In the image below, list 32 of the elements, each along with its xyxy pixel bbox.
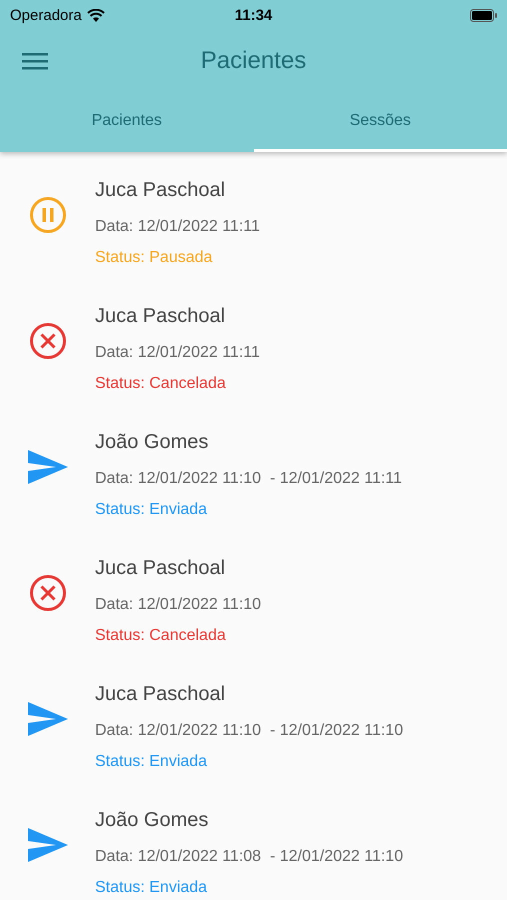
cancel-icon <box>28 322 66 360</box>
menu-icon[interactable] <box>22 52 48 70</box>
carrier-name: Operadora <box>10 6 82 24</box>
wifi-icon <box>86 8 105 22</box>
patient-name: João Gomes <box>95 808 210 833</box>
patient-name: Juca Paschoal <box>95 304 226 329</box>
patient-name: Juca Paschoal <box>95 556 226 581</box>
session-status: Status: Enviada <box>95 878 208 898</box>
send-icon <box>28 450 68 484</box>
clock-time: 11:34 <box>234 6 272 24</box>
tab[interactable]: Pacientes <box>0 92 254 152</box>
cancel-icon <box>28 574 66 612</box>
send-icon <box>28 828 68 862</box>
send-icon <box>28 702 68 736</box>
battery-icon <box>470 8 498 22</box>
session-date: Data: 12/01/2022 11:11 <box>95 343 260 363</box>
session-status: Status: Enviada <box>95 752 208 772</box>
session-date: Data: 12/01/2022 11:10 - 12/01/2022 11:11 <box>95 469 402 489</box>
pause-icon <box>28 196 66 234</box>
session-status: Status: Enviada <box>95 500 208 520</box>
session-date: Data: 12/01/2022 11:10 - 12/01/2022 11:10 <box>95 721 404 741</box>
session-status: Status: Cancelada <box>95 374 227 394</box>
session-status: Status: Cancelada <box>95 626 227 646</box>
tab[interactable]: Sessões <box>254 92 507 152</box>
session-date: Data: 12/01/2022 11:10 <box>95 595 262 615</box>
session-date: Data: 12/01/2022 11:11 <box>95 217 260 237</box>
session-date: Data: 12/01/2022 11:08 - 12/01/2022 11:10 <box>95 847 404 867</box>
patient-name: Juca Paschoal <box>95 178 226 203</box>
patient-name: João Gomes <box>95 430 210 455</box>
app-title: Pacientes <box>200 47 308 75</box>
session-status: Status: Pausada <box>95 248 214 268</box>
patient-name: Juca Paschoal <box>95 682 226 707</box>
